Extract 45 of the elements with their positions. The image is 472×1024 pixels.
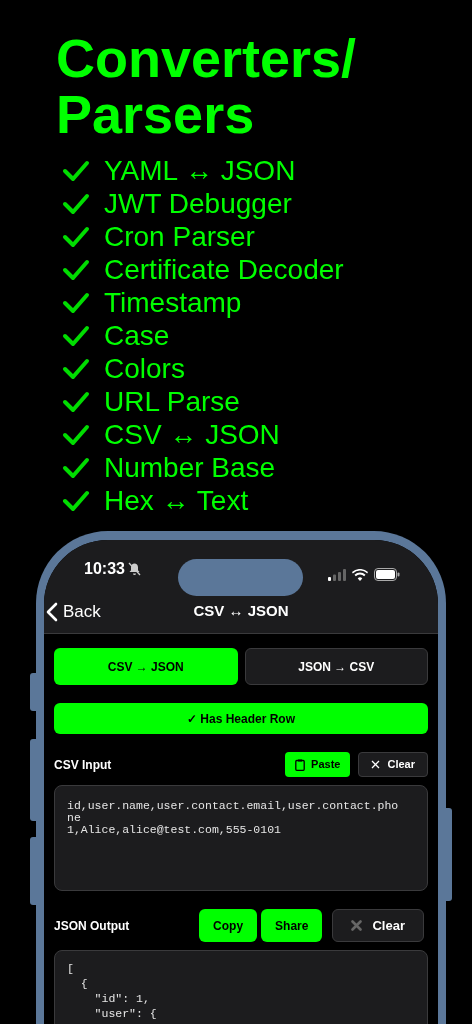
wifi-icon: [352, 568, 368, 581]
mode-tab[interactable]: JSON → CSV: [244, 648, 428, 685]
close-icon: [371, 760, 381, 769]
feature-label: Case: [104, 319, 170, 352]
signal-icon: [328, 568, 346, 581]
checkmark-icon: [62, 423, 90, 446]
mode-tab[interactable]: CSV → JSON: [54, 648, 238, 685]
feature-label: Timestamp: [104, 286, 242, 319]
checkmark-icon: [62, 192, 90, 215]
checkmark-icon: [62, 357, 90, 380]
checkmark-icon: [62, 390, 90, 413]
checkmark-icon: [62, 456, 90, 479]
checkmark-icon: [62, 159, 90, 182]
feature-label: CSV ↔ JSON: [104, 418, 280, 451]
feature-label: Certificate Decoder: [104, 253, 344, 286]
screen-title: CSV ↔ JSON: [193, 601, 289, 622]
copy-button[interactable]: Copy: [199, 909, 258, 942]
section-label: JSON Output: [54, 917, 130, 935]
clear-button[interactable]: Clear: [332, 909, 424, 942]
csv-input-field[interactable]: id,user.name,user.contact.email,user.contact.phone 1,Alice,alice@test.com,555-0101: [54, 785, 428, 891]
feature-label: Hex ↔ Text: [104, 484, 249, 517]
close-icon: [351, 920, 363, 931]
back-button[interactable]: Back: [44, 598, 101, 625]
checkmark-icon: [62, 489, 90, 512]
feature-label: YAML ↔ JSON: [104, 154, 296, 187]
feature-label: Colors: [104, 352, 185, 385]
header-row-toggle[interactable]: ✓ Has Header Row: [54, 703, 428, 734]
feature-label: JWT Debugger: [104, 187, 292, 220]
heading: Converters/ Parsers: [56, 30, 357, 142]
checkmark-icon: [62, 225, 90, 248]
battery-icon: [374, 568, 400, 581]
feature-label: Cron Parser: [104, 220, 255, 253]
feature-label: Number Base: [104, 451, 276, 484]
share-button[interactable]: Share: [261, 909, 323, 942]
clipboard-icon: [295, 758, 306, 771]
status-time: 10:33: [84, 559, 125, 579]
checkmark-icon: [62, 258, 90, 281]
checkmark-icon: [62, 324, 90, 347]
section-label: CSV Input: [54, 756, 112, 774]
checkmark-icon: [62, 291, 90, 314]
clear-button[interactable]: Clear: [358, 752, 428, 777]
feature-label: URL Parse: [104, 385, 240, 418]
json-output-field: [ { "id": 1, "user": {: [54, 950, 428, 1024]
back-chevron-icon: [46, 601, 58, 622]
paste-button[interactable]: Paste: [285, 752, 351, 777]
